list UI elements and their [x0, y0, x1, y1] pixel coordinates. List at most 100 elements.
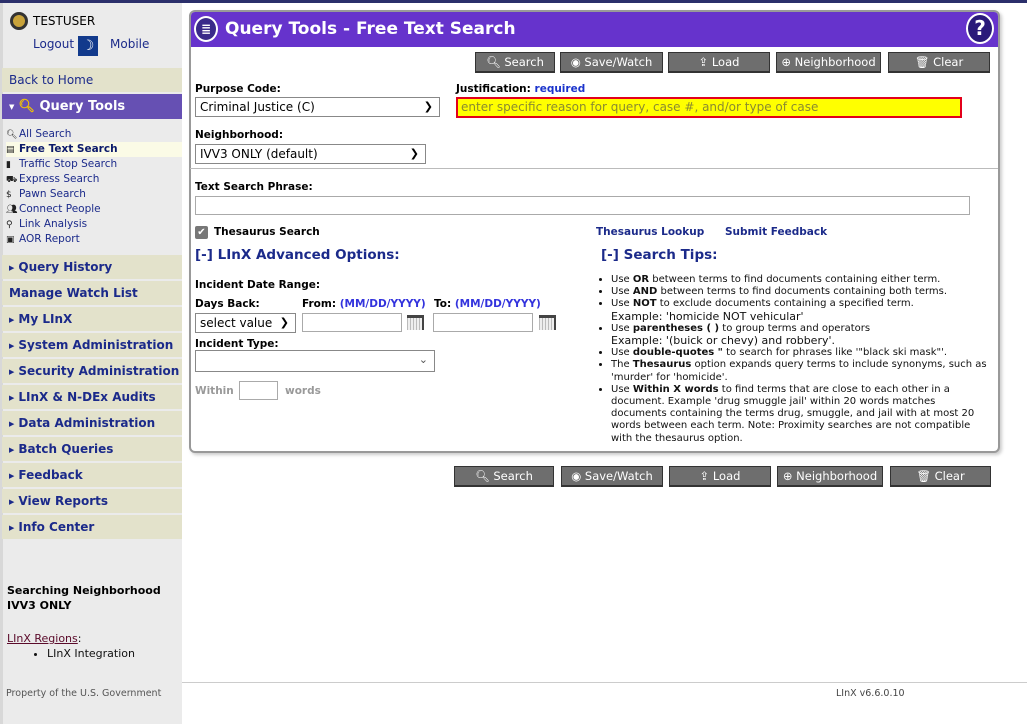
sidebar-item[interactable]: ▶ Batch Queries [2, 437, 182, 461]
within-words-input[interactable] [239, 381, 278, 400]
help-icon[interactable]: ? [966, 13, 994, 44]
sidebar-item-label: Data Administration [18, 416, 156, 430]
caret-right-icon: ▶ [9, 420, 15, 428]
search-icon: 🔍︎ [475, 469, 490, 483]
neighborhood-button[interactable]: ⊕ Neighborhood [776, 52, 881, 73]
calendar-icon[interactable] [407, 315, 424, 330]
clear-button[interactable]: 🗑︎ Clear [888, 52, 990, 73]
thesaurus-lookup-link[interactable]: Thesaurus Lookup [596, 226, 704, 238]
neighborhood-value: IVV3 ONLY [7, 599, 72, 612]
justification-input[interactable]: enter specific reason for query, case #,… [456, 97, 962, 118]
from-label: From: (MM/DD/YYYY) [302, 298, 426, 310]
thesaurus-label: Thesaurus Search [214, 226, 320, 238]
sidebar-item-label: Feedback [18, 468, 83, 482]
save-watch-button[interactable]: ◉ Save/Watch [561, 466, 663, 487]
caret-right-icon: ▶ [9, 446, 15, 454]
subitem-label: Free Text Search [19, 143, 118, 155]
load-button[interactable]: ⇪ Load [668, 52, 770, 73]
from-label-text: From: [302, 298, 337, 310]
incident-type-select[interactable]: ⌄ [195, 350, 435, 372]
regions-link[interactable]: LInX Regions [7, 632, 78, 645]
button-label: Search [504, 55, 544, 69]
calendar-icon[interactable] [539, 315, 556, 330]
required-indicator: required [534, 83, 586, 95]
clear-button[interactable]: 🗑︎ Clear [890, 466, 991, 487]
sidebar-subitem[interactable]: ▮ Traffic Stop Search [6, 157, 182, 172]
footer-version: LInX v6.6.0.10 [836, 688, 905, 699]
back-to-home[interactable]: Back to Home [2, 68, 182, 92]
tip-text: Use [611, 286, 633, 298]
sidebar-subitem[interactable]: ▣ AOR Report [6, 232, 182, 247]
tip-text: between terms to find documents containi… [657, 286, 948, 298]
sidebar-item[interactable]: ▶ Query History [2, 255, 182, 279]
days-back-select[interactable]: select value ❯ [195, 313, 296, 333]
sidebar-item-label: View Reports [18, 494, 108, 508]
sidebar-item-label: Info Center [18, 520, 95, 534]
sidebar-item[interactable]: ▶ Security Administration [2, 359, 182, 383]
search-tips-toggle[interactable]: [-] Search Tips: [601, 247, 718, 263]
car-icon: ⛟ [6, 175, 18, 185]
save-watch-button[interactable]: ◉ Save/Watch [560, 52, 663, 73]
neighborhood-title: Searching Neighborhood [7, 584, 161, 597]
sidebar-item-label: Security Administration [18, 364, 180, 378]
subitem-label: All Search [19, 128, 72, 140]
all-search-icon: 🔍︎ [6, 130, 18, 140]
map-icon: ▣ [6, 235, 15, 245]
sidebar-subitem[interactable]: ⚲ Link Analysis [6, 217, 182, 232]
mobile-link[interactable]: Mobile [110, 37, 149, 51]
search-tip: The Thesaurus option expands query terms… [611, 359, 993, 383]
subitem-label: Express Search [19, 173, 100, 185]
load-button[interactable]: ⇪ Load [669, 466, 771, 487]
submit-feedback-link[interactable]: Submit Feedback [725, 226, 827, 238]
neighborhood-select[interactable]: IVV3 ONLY (default) ❯ [195, 144, 426, 164]
sidebar-subitem[interactable]: 👥︎ Connect People [6, 202, 182, 217]
purpose-code-select[interactable]: Criminal Justice (C) ❯ [195, 97, 440, 117]
search-button[interactable]: 🔍︎ Search [454, 466, 554, 487]
load-icon: ⇪ [698, 55, 709, 69]
search-tip: Use NOT to exclude documents containing … [611, 298, 993, 322]
moon-icon[interactable]: ☽ [78, 36, 98, 56]
footer-divider [182, 682, 1027, 683]
sidebar-item[interactable]: ▶ View Reports [2, 489, 182, 513]
search-tips-list: Use OR between terms to find documents c… [598, 274, 993, 445]
button-label: Clear [934, 469, 965, 483]
search-tip: Use AND between terms to find documents … [611, 286, 993, 298]
sidebar-subitem[interactable]: 🔍︎ All Search [6, 127, 182, 142]
search-button[interactable]: 🔍︎ Search [475, 52, 555, 73]
regions: LInX Regions:LInX Integration [7, 632, 135, 660]
user-badge-icon [10, 12, 28, 30]
neighborhood-icon: ⊕ [781, 55, 791, 69]
caret-right-icon: ▶ [9, 264, 15, 272]
thesaurus-checkbox[interactable]: ✔ [195, 226, 208, 239]
tip-text: to search for phrases like '"black ski m… [722, 347, 948, 359]
neighborhood-button[interactable]: ⊕ Neighborhood [777, 466, 883, 487]
sidebar-subitem[interactable]: ▤ Free Text Search [6, 142, 182, 157]
sidebar-item[interactable]: Manage Watch List [2, 281, 182, 305]
traffic-light-icon: ▮ [6, 160, 11, 170]
words-label: words [285, 385, 321, 397]
days-back-value: select value [200, 316, 273, 330]
date-format-hint: (MM/DD/YYYY) [339, 298, 426, 310]
caret-right-icon: ▶ [9, 498, 15, 506]
sidebar-query-tools[interactable]: ▼ 🔍︎ Query Tools [2, 94, 182, 119]
to-date-input[interactable] [433, 313, 533, 332]
network-icon: ⚲ [6, 220, 13, 230]
sidebar-item[interactable]: ▶ My LInX [2, 307, 182, 331]
sidebar-item[interactable]: ▶ Feedback [2, 463, 182, 487]
sidebar-item[interactable]: ▶ LInX & N-DEx Audits [2, 385, 182, 409]
from-date-input[interactable] [302, 313, 402, 332]
sidebar-item[interactable]: ▶ System Administration [2, 333, 182, 357]
logout-link[interactable]: Logout [33, 37, 74, 51]
sidebar-subitem[interactable]: ⛟ Express Search [6, 172, 182, 187]
advanced-options-toggle[interactable]: [-] LInX Advanced Options: [195, 247, 400, 263]
clear-icon: 🗑︎ [914, 55, 930, 69]
sidebar-item[interactable]: ▶ Info Center [2, 515, 182, 539]
username: TESTUSER [33, 14, 96, 28]
sidebar-item[interactable]: ▶ Data Administration [2, 411, 182, 435]
page-title: Query Tools - Free Text Search [225, 19, 516, 39]
justification-label-text: Justification: [456, 83, 531, 95]
sidebar-subitem[interactable]: $ Pawn Search [6, 187, 182, 202]
caret-right-icon: ▶ [9, 394, 15, 402]
button-label: Search [493, 469, 533, 483]
text-phrase-input[interactable] [195, 196, 970, 215]
